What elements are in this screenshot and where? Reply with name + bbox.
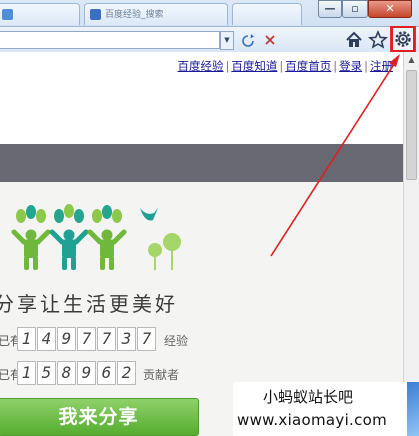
browser-tab-active[interactable]: 百度经验_搜索 bbox=[84, 3, 228, 25]
browser-toolbar: ▼ bbox=[0, 26, 419, 53]
browser-titlebar: 百度经验_搜索 — ▫ ✕ ▼ bbox=[0, 0, 419, 53]
digit: 7 bbox=[77, 327, 96, 351]
home-icon[interactable] bbox=[344, 30, 364, 50]
digit: 7 bbox=[137, 327, 156, 351]
browser-tab[interactable] bbox=[0, 3, 80, 25]
link-baidu-jingyan[interactable]: 百度经验 bbox=[178, 59, 224, 73]
maximize-button[interactable]: ▫ bbox=[342, 0, 368, 18]
gear-icon[interactable] bbox=[390, 26, 416, 52]
stat-suffix: 贡献者 bbox=[143, 368, 180, 382]
digit-counter: 1 4 9 7 7 3 7 bbox=[17, 327, 156, 351]
vertical-scrollbar[interactable]: ▲ bbox=[403, 52, 419, 436]
digit: 3 bbox=[117, 327, 136, 351]
digit: 9 bbox=[77, 361, 96, 385]
link-baidu-home[interactable]: 百度首页 bbox=[285, 59, 331, 73]
digit: 1 bbox=[17, 327, 36, 351]
link-register[interactable]: 注册 bbox=[370, 59, 393, 73]
address-bar[interactable] bbox=[0, 31, 220, 49]
watermark: 小蚂蚁站长吧 www.xiaomayi.com bbox=[233, 382, 419, 436]
watermark-url: www.xiaomayi.com bbox=[237, 411, 388, 429]
digit-counter: 1 5 8 9 6 2 bbox=[17, 361, 136, 385]
digit: 6 bbox=[97, 361, 116, 385]
nav-bar bbox=[0, 144, 403, 182]
share-button[interactable]: 我来分享 bbox=[0, 398, 199, 436]
page-icon bbox=[90, 9, 101, 20]
digit: 2 bbox=[117, 361, 136, 385]
watermark-title: 小蚂蚁站长吧 bbox=[263, 388, 354, 406]
watermark-stripe bbox=[407, 382, 419, 436]
browser-tab[interactable] bbox=[232, 3, 302, 25]
digit: 9 bbox=[57, 327, 76, 351]
minimize-button[interactable]: — bbox=[318, 0, 342, 18]
scroll-thumb[interactable] bbox=[406, 70, 417, 180]
slogan: 分享让生活更美好 bbox=[0, 292, 178, 316]
jingyan-logo bbox=[11, 204, 181, 270]
digit: 4 bbox=[37, 327, 56, 351]
link-login[interactable]: 登录 bbox=[339, 59, 362, 73]
digit: 7 bbox=[97, 327, 116, 351]
address-dropdown-button[interactable]: ▼ bbox=[220, 31, 234, 50]
top-links: 百度经验 | 百度知道 | 百度首页 | 登录 | 注册 bbox=[177, 59, 394, 73]
refresh-icon[interactable] bbox=[240, 33, 300, 47]
star-icon[interactable] bbox=[368, 30, 388, 50]
stat-suffix: 经验 bbox=[164, 334, 189, 348]
link-baidu-zhidao[interactable]: 百度知道 bbox=[231, 59, 277, 73]
close-button[interactable]: ✕ bbox=[368, 0, 412, 18]
digit: 8 bbox=[57, 361, 76, 385]
digit: 5 bbox=[37, 361, 56, 385]
page-icon bbox=[2, 9, 13, 20]
page-content: 百度经验 | 百度知道 | 百度首页 | 登录 | 注册 分享让生活更美好 已有… bbox=[0, 52, 403, 436]
scroll-up-arrow-icon[interactable]: ▲ bbox=[404, 52, 419, 68]
tab-label: 百度经验_搜索 bbox=[105, 10, 164, 20]
digit: 1 bbox=[17, 361, 36, 385]
